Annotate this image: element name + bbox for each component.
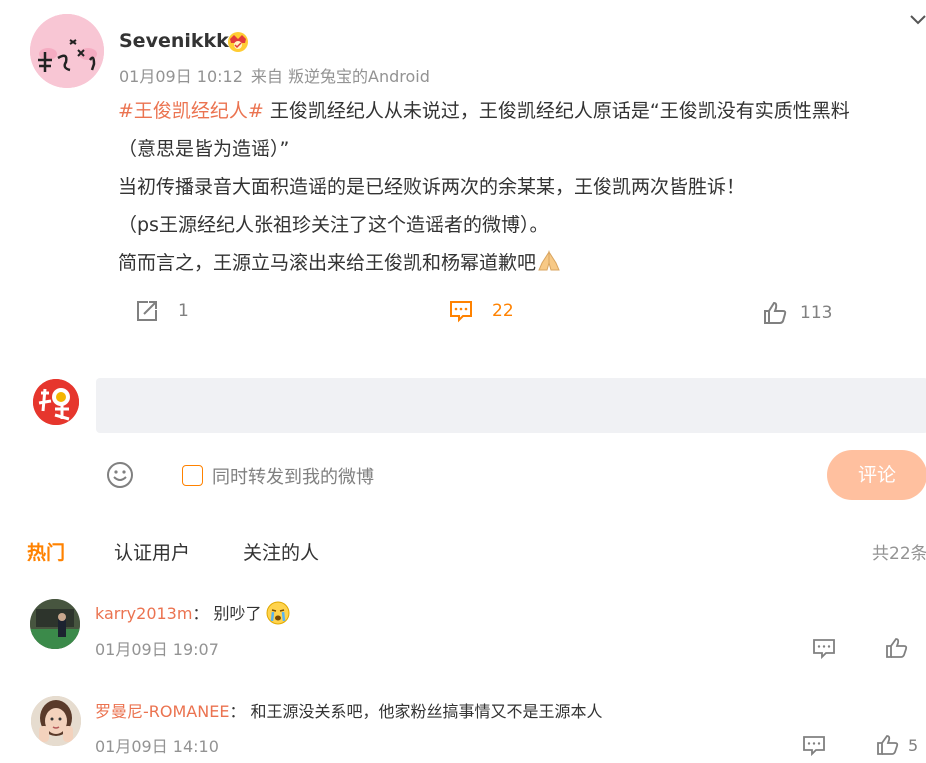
comment-time: 01月09日 14:10 — [95, 737, 219, 756]
commenter-avatar[interactable] — [30, 599, 80, 649]
comment-separator: ： — [229, 702, 246, 721]
reply-icon[interactable] — [812, 636, 836, 665]
commenter-name[interactable]: karry2013m — [95, 604, 192, 623]
like-count: 113 — [800, 303, 833, 323]
hashtag-link[interactable]: #王俊凯经纪人# — [118, 100, 264, 122]
author-avatar[interactable] — [30, 14, 104, 88]
thumbs-up-icon — [877, 735, 899, 755]
tab-verified-users[interactable]: 认证用户 — [114, 538, 190, 565]
post-content: #王俊凯经纪人# 王俊凯经纪人从未说过，王俊凯经纪人原话是“王俊凯没有实质性黑料… — [118, 92, 918, 282]
comment-body: 别吵了 — [208, 604, 262, 623]
praying-hands-icon — [536, 248, 562, 272]
post-text-line-1: 王俊凯经纪人从未说过，王俊凯经纪人原话是“王俊凯没有实质性黑料 — [263, 100, 850, 122]
comment-text: 罗曼尼-ROMANEE： 和王源没关系吧，他家粉丝搞事情又不是王源本人 — [95, 698, 603, 722]
post-text-line-5: 简而言之，王源立马滚出来给王俊凯和杨幂道歉吧 — [118, 252, 537, 274]
post-meta: 01月09日 10:12 来自 叛逆兔宝的Android — [119, 63, 438, 87]
commenter-name[interactable]: 罗曼尼-ROMANEE — [95, 702, 229, 721]
comment-total-count: 共22条 — [872, 544, 926, 564]
comment-text: karry2013m： 别吵了 — [95, 600, 290, 625]
author-name[interactable]: Sevenikkk — [119, 30, 229, 52]
crying-face-icon — [266, 601, 290, 625]
chevron-down-icon[interactable] — [906, 8, 926, 32]
post-source: 来自 叛逆兔宝的Android — [250, 67, 430, 86]
current-user-avatar[interactable] — [33, 379, 79, 425]
comment-button[interactable]: 22 — [448, 298, 514, 324]
repost-button[interactable]: 1 — [134, 298, 189, 324]
comment-input[interactable] — [96, 378, 926, 433]
comment-icon — [450, 301, 472, 323]
post-text-line-3: 当初传播录音大面积造谣的是已经败诉两次的余某某，王俊凯两次皆胜诉！ — [118, 176, 746, 198]
thumbs-up-icon — [886, 638, 908, 658]
repost-count: 1 — [178, 301, 189, 321]
comment-time: 01月09日 19:07 — [95, 640, 219, 659]
comment-like-button[interactable]: 5 — [876, 733, 918, 757]
tab-hot[interactable]: 热门 — [27, 538, 65, 565]
tab-following[interactable]: 关注的人 — [243, 538, 319, 565]
repost-icon — [137, 301, 157, 321]
comment-like-button[interactable] — [885, 636, 909, 665]
repost-checkbox[interactable] — [182, 465, 203, 486]
reply-icon[interactable] — [802, 733, 826, 762]
comment-body: 和王源没关系吧，他家粉丝搞事情又不是王源本人 — [245, 702, 603, 721]
like-button[interactable]: 113 — [762, 300, 832, 326]
submit-comment-button[interactable]: 评论 — [827, 450, 926, 500]
post-text-line-2: （意思是皆为造谣）” — [118, 138, 290, 160]
comment-separator: ： — [192, 604, 209, 623]
vip-crown-icon — [226, 29, 250, 53]
smile-icon[interactable] — [106, 461, 134, 489]
comment-like-count: 5 — [908, 735, 919, 755]
thumbs-up-icon — [764, 301, 787, 324]
post-text-line-4: （ps王源经纪人张祖珍关注了这个造谣者的微博）。 — [118, 214, 549, 236]
repost-checkbox-label[interactable]: 同时转发到我的微博 — [212, 463, 374, 489]
comment-count: 22 — [492, 301, 514, 321]
post-time[interactable]: 01月09日 10:12 — [119, 67, 243, 86]
commenter-avatar[interactable] — [31, 696, 81, 746]
